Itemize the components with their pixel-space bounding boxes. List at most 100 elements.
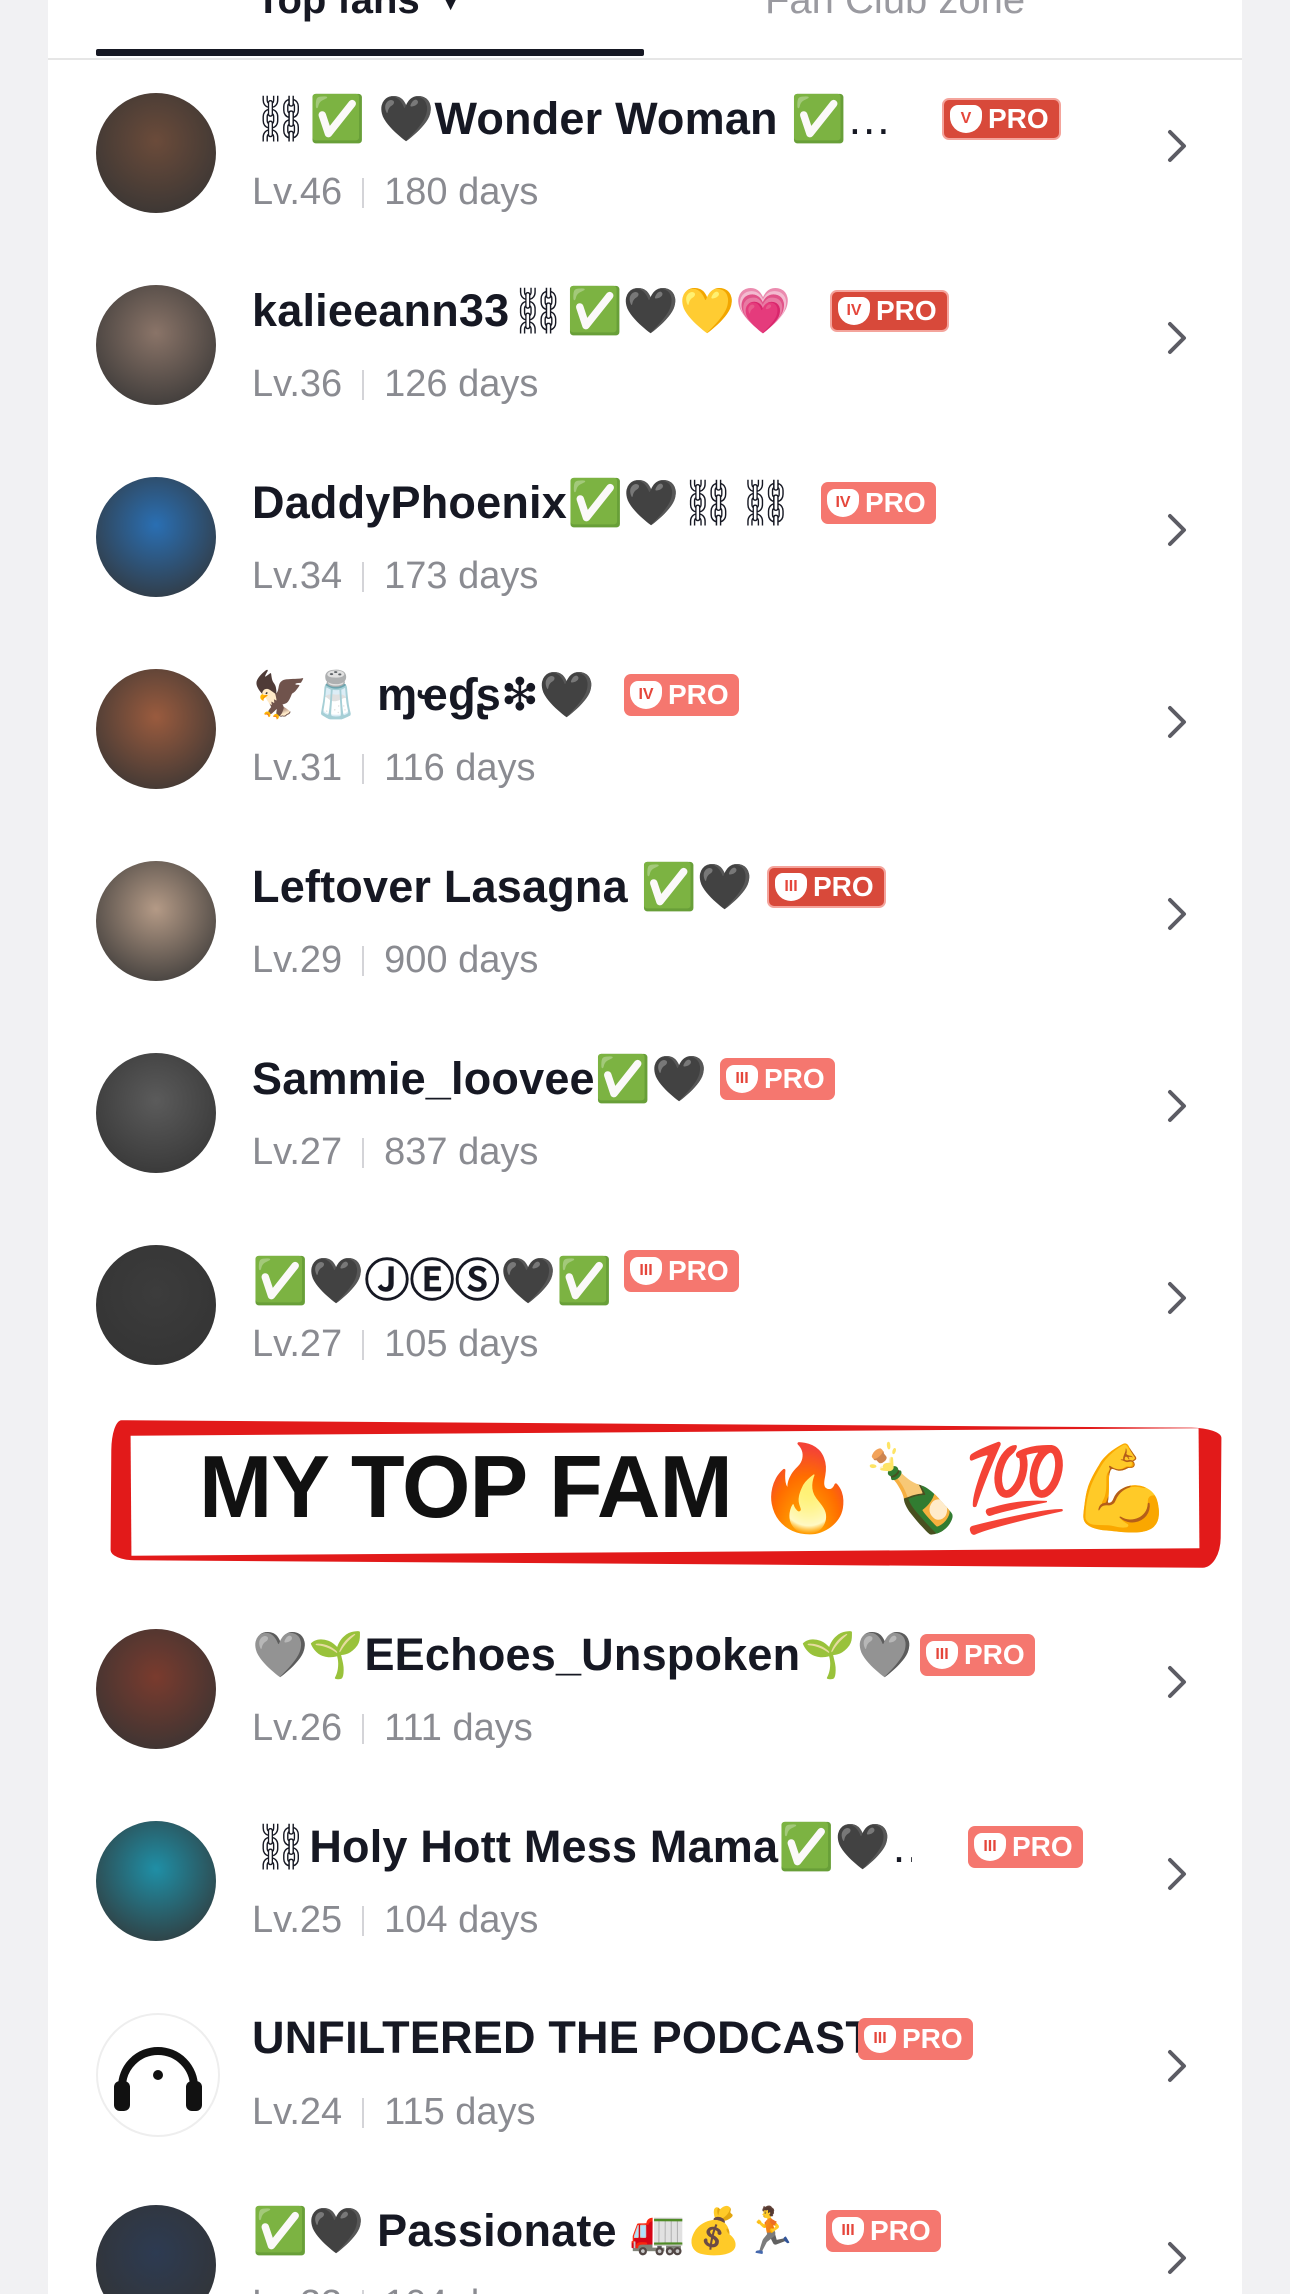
avatar[interactable] — [96, 2205, 216, 2294]
fan-stats: Lv.24 115 days — [252, 2091, 536, 2134]
fan-level: Lv.29 — [252, 939, 343, 981]
avatar[interactable] — [96, 1245, 216, 1365]
tab-top-fans[interactable]: Top fans ▼ — [256, 0, 461, 23]
chevron-right-icon[interactable] — [1164, 2236, 1190, 2280]
my-top-fam-banner: MY TOP FAM 🔥🍾💯💪 — [103, 1406, 1237, 1588]
fan-name-text: kalieeann33 — [252, 285, 510, 336]
fan-row[interactable]: Leftover Lasagna ✅🖤 III PRO Lv.29 900 days — [48, 826, 1242, 1018]
fan-level: Lv.36 — [252, 363, 343, 405]
fan-name-suffix: ❇🖤 — [501, 669, 596, 720]
fan-name-text: Passionate — [377, 2205, 617, 2256]
chevron-right-icon[interactable] — [1164, 1852, 1190, 1896]
avatar[interactable] — [96, 861, 216, 981]
chevron-right-icon[interactable] — [1164, 892, 1190, 936]
fan-stats: Lv.23 104 days — [252, 2283, 538, 2294]
avatar[interactable] — [96, 1629, 216, 1749]
fan-name-suffix: ✅🖤… — [778, 1821, 912, 1872]
fan-stats: Lv.34 173 days — [252, 555, 538, 598]
fan-level-heart-icon: V — [950, 105, 982, 133]
banner-text: MY TOP FAM — [199, 1437, 733, 1536]
divider — [362, 1905, 365, 1936]
pro-label: PRO — [964, 1639, 1025, 1670]
fan-name-suffix: 🖤✅ — [500, 1255, 613, 1306]
fan-stats: Lv.27 105 days — [252, 1323, 538, 1366]
pro-label: PRO — [865, 487, 926, 518]
fan-stats: Lv.46 180 days — [252, 171, 538, 214]
divider — [362, 2097, 365, 2128]
avatar[interactable] — [96, 477, 216, 597]
fan-level: Lv.23 — [252, 2283, 342, 2294]
chevron-right-icon[interactable] — [1164, 124, 1190, 168]
fan-days: 115 days — [384, 2091, 536, 2133]
fan-name-prefix: ✅🖤 — [252, 2205, 378, 2256]
fan-row[interactable]: 🩶🌱EEchoes_Unspoken🌱🩶 III PRO Lv.26 111 days — [48, 1594, 1242, 1786]
fan-row[interactable]: ✅🖤 Passionate 🚛💰🏃 IIIPRO Lv.23 104 days — [48, 2170, 1242, 2294]
tab-fan-club-zone[interactable]: Fan Club zone — [765, 0, 1025, 23]
fan-level-heart-icon: III — [926, 1641, 958, 1669]
avatar[interactable] — [96, 285, 216, 405]
pro-label: PRO — [668, 679, 729, 710]
fan-name-text: Leftover Lasagna — [252, 861, 628, 912]
fan-name: kalieeann33⛓✅🖤💛💗 — [252, 284, 792, 337]
chevron-right-icon[interactable] — [1164, 700, 1190, 744]
fan-level-heart-icon: III — [630, 1257, 662, 1285]
chevron-right-icon[interactable] — [1164, 1084, 1190, 1128]
chevron-right-icon[interactable] — [1164, 316, 1190, 360]
divider — [362, 1329, 365, 1360]
top-fans-panel: Top fans ▼ Fan Club zone ⛓✅ 🖤Wonder Woma… — [48, 0, 1242, 2294]
fan-level: Lv.26 — [252, 1707, 343, 1749]
fan-days: 111 days — [384, 1707, 533, 1749]
chevron-right-icon[interactable] — [1164, 2044, 1190, 2088]
avatar[interactable] — [96, 669, 216, 789]
tab-fan-club-zone-label: Fan Club zone — [765, 0, 1026, 22]
fan-name: ⛓Holy Hott Mess Mama✅🖤… — [252, 1820, 912, 1873]
fan-name-prefix: ⛓✅ 🖤 — [252, 93, 435, 144]
avatar[interactable] — [96, 2013, 220, 2137]
headphones-icon — [114, 2047, 202, 2111]
pro-badge: III PRO — [826, 2210, 941, 2252]
pro-badge: V PRO — [942, 98, 1061, 140]
fan-name-text: ⒿⒺⓈ — [364, 1255, 501, 1306]
fan-row[interactable]: 🦅🧂 ɱҽɠʂ❇🖤 IV PRO Lv.31 116 days — [48, 634, 1242, 826]
fan-name-suffix: 🚛💰🏃 — [616, 2205, 799, 2256]
fan-stats: Lv.31 116 days — [252, 747, 536, 790]
pro-label: PRO — [902, 2023, 963, 2054]
fan-row[interactable]: ⛓Holy Hott Mess Mama✅🖤… IIIPRO Lv.25 104 da… — [48, 1786, 1242, 1978]
fan-row[interactable]: ✅🖤ⒿⒺⓈ🖤✅ III PRO Lv.27 105 days — [48, 1210, 1242, 1402]
fan-row[interactable]: kalieeann33⛓✅🖤💛💗 IV PRO Lv.36 126 days — [48, 250, 1242, 442]
avatar[interactable] — [96, 93, 216, 213]
fan-days: 116 days — [384, 747, 536, 789]
divider — [362, 2289, 365, 2294]
fan-name: ✅🖤 Passionate 🚛💰🏃 — [252, 2204, 798, 2257]
chevron-right-icon[interactable] — [1164, 508, 1190, 552]
fan-level-heart-icon: IV — [838, 297, 870, 325]
fan-name-text: Holy Hott Mess Mama — [309, 1821, 779, 1872]
fan-level-heart-icon: III — [864, 2025, 896, 2053]
fan-row[interactable]: Sammie_loovee✅🖤 III PRO Lv.27 837 days — [48, 1018, 1242, 1210]
pro-label: PRO — [668, 1255, 729, 1286]
chevron-right-icon[interactable] — [1164, 1276, 1190, 1320]
fan-name: 🦅🧂 ɱҽɠʂ❇🖤 — [252, 668, 595, 721]
active-tab-indicator — [96, 49, 644, 56]
chevron-right-icon[interactable] — [1164, 1660, 1190, 1704]
fan-days: 837 days — [384, 1131, 539, 1173]
fan-name-prefix: 🦅🧂 — [252, 669, 378, 720]
fan-name-suffix: ⛓✅🖤💛💗 — [509, 285, 792, 336]
fan-row[interactable]: DaddyPhoenix✅🖤⛓⛓ IV PRO Lv.34 173 days — [48, 442, 1242, 634]
fan-name-prefix: 🩶🌱 — [252, 1629, 365, 1680]
fan-days: 180 days — [384, 171, 539, 213]
banner-title: MY TOP FAM 🔥🍾💯💪 — [199, 1436, 1174, 1538]
fan-stats: Lv.29 900 days — [252, 939, 538, 982]
avatar[interactable] — [96, 1053, 216, 1173]
avatar[interactable] — [96, 1821, 216, 1941]
divider — [362, 177, 365, 208]
fan-name: Leftover Lasagna ✅🖤 — [252, 860, 753, 913]
banner-emoji: 🔥🍾💯💪 — [755, 1441, 1174, 1535]
fan-name: Sammie_loovee✅🖤 — [252, 1052, 707, 1105]
fan-stats: Lv.27 837 days — [252, 1131, 538, 1174]
fan-level: Lv.34 — [252, 555, 343, 597]
fan-level-heart-icon: IV — [827, 489, 859, 517]
fan-row[interactable]: UNFILTERED THE PODCAST III PRO Lv.24 115 day… — [48, 1978, 1242, 2170]
pro-label: PRO — [870, 2215, 931, 2246]
fan-row[interactable]: ⛓✅ 🖤Wonder Woman ✅… V PRO Lv.46 180 days — [48, 58, 1242, 250]
